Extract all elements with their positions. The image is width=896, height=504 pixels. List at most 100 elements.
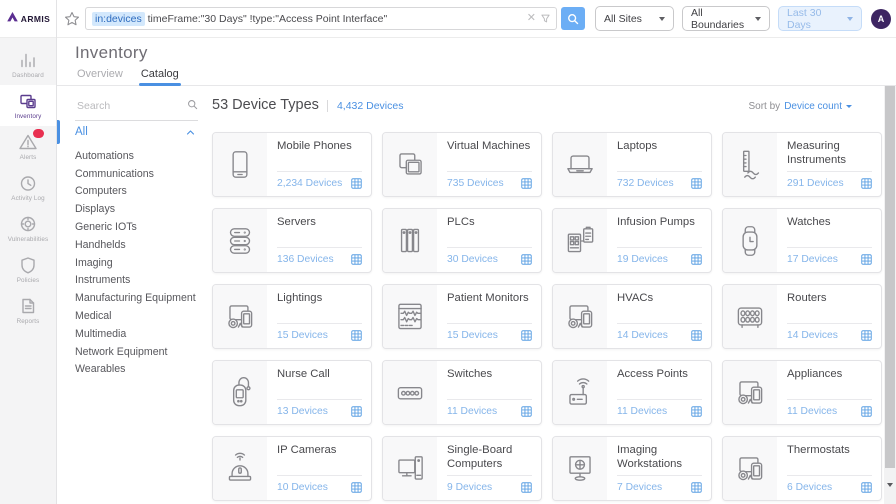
category-item-automations[interactable]: Automations [75,147,207,165]
table-view-icon[interactable] [521,330,532,341]
sidebar-item-dashboard[interactable]: Dashboard [0,44,56,85]
device-count-link[interactable]: 15 Devices [277,330,328,341]
device-type-card-routers[interactable]: Routers14 Devices [722,284,882,349]
table-view-icon[interactable] [861,406,872,417]
device-type-card-measuring-instruments[interactable]: Measuring Instruments291 Devices [722,132,882,197]
device-count-link[interactable]: 735 Devices [447,178,504,189]
device-type-card-appliances[interactable]: Appliances11 Devices [722,360,882,425]
device-type-card-virtual-machines[interactable]: Virtual Machines735 Devices [382,132,542,197]
device-type-card-laptops[interactable]: Laptops732 Devices [552,132,712,197]
category-item-multimedia[interactable]: Multimedia [75,325,207,343]
device-type-card-patient-monitors[interactable]: Patient Monitors15 Devices [382,284,542,349]
table-view-icon[interactable] [861,482,872,493]
category-item-instruments[interactable]: Instruments [75,272,207,290]
device-count-link[interactable]: 17 Devices [787,254,838,265]
table-view-icon[interactable] [521,406,532,417]
device-search-input[interactable]: in:devices timeFrame:"30 Days" !type:"Ac… [85,7,557,30]
boundaries-filter-dropdown[interactable]: All Boundaries [682,6,770,31]
device-type-card-nurse-call[interactable]: Nurse Call13 Devices [212,360,372,425]
device-count-link[interactable]: 291 Devices [787,178,844,189]
device-count-link[interactable]: 19 Devices [617,254,668,265]
category-item-manufacturing-equipment[interactable]: Manufacturing Equipment [75,289,207,307]
table-view-icon[interactable] [351,178,362,189]
category-item-wearables[interactable]: Wearables [75,361,207,379]
table-view-icon[interactable] [861,254,872,265]
category-item-network-equipment[interactable]: Network Equipment [75,343,207,361]
table-view-icon[interactable] [351,330,362,341]
sites-filter-dropdown[interactable]: All Sites [595,6,674,31]
table-view-icon[interactable] [351,482,362,493]
table-view-icon[interactable] [691,254,702,265]
clear-search-icon[interactable]: ✕ [527,13,536,24]
device-count-link[interactable]: 15 Devices [447,330,498,341]
category-item-medical[interactable]: Medical [75,307,207,325]
table-view-icon[interactable] [521,178,532,189]
device-type-card-ip-cameras[interactable]: IP Cameras10 Devices [212,436,372,501]
sidebar-item-activity-log[interactable]: Activity Log [0,167,56,208]
table-view-icon[interactable] [691,482,702,493]
search-button[interactable] [561,7,585,30]
table-view-icon[interactable] [691,178,702,189]
category-item-generic-iots[interactable]: Generic IOTs [75,218,207,236]
table-view-icon[interactable] [351,406,362,417]
table-view-icon[interactable] [521,254,532,265]
filter-funnel-icon[interactable] [541,14,550,23]
category-item-computers[interactable]: Computers [75,183,207,201]
chevron-up-icon[interactable] [186,128,195,137]
device-type-card-switches[interactable]: Switches11 Devices [382,360,542,425]
device-count-link[interactable]: 11 Devices [617,406,667,417]
device-count-link[interactable]: 7 Devices [617,482,662,493]
device-type-card-watches[interactable]: Watches17 Devices [722,208,882,273]
tab-overview[interactable]: Overview [75,62,125,85]
tab-catalog[interactable]: Catalog [139,62,181,85]
category-all-row[interactable]: All [57,120,207,144]
device-count-link[interactable]: 10 Devices [277,482,328,493]
category-item-displays[interactable]: Displays [75,200,207,218]
table-view-icon[interactable] [691,330,702,341]
devices-total-link[interactable]: 4,432 Devices [327,100,404,112]
device-count-link[interactable]: 136 Devices [277,254,334,265]
sidebar-item-inventory[interactable]: Inventory [0,85,56,126]
table-view-icon[interactable] [861,178,872,189]
table-view-icon[interactable] [521,482,532,493]
device-count-link[interactable]: 13 Devices [277,406,328,417]
sort-value-dropdown[interactable]: Device count [784,101,852,112]
scrollbar-thumb[interactable] [885,86,895,468]
device-count-link[interactable]: 14 Devices [617,330,668,341]
device-type-card-thermostats[interactable]: Thermostats6 Devices [722,436,882,501]
device-type-card-lightings[interactable]: Lightings15 Devices [212,284,372,349]
device-type-card-infusion-pumps[interactable]: Infusion Pumps19 Devices [552,208,712,273]
device-type-card-plcs[interactable]: PLCs30 Devices [382,208,542,273]
device-count-link[interactable]: 732 Devices [617,178,674,189]
table-view-icon[interactable] [351,254,362,265]
device-count-link[interactable]: 14 Devices [787,330,838,341]
category-item-handhelds[interactable]: Handhelds [75,236,207,254]
category-item-communications[interactable]: Communications [75,165,207,183]
device-count-link[interactable]: 11 Devices [447,406,497,417]
armis-logo[interactable]: ARMIS [0,0,56,38]
device-count-link[interactable]: 11 Devices [787,406,837,417]
sidebar-item-vulnerabilities[interactable]: Vulnerabilities [0,208,56,249]
device-type-card-imaging-workstations[interactable]: Imaging Workstations7 Devices [552,436,712,501]
device-count-link[interactable]: 9 Devices [447,482,492,493]
timeframe-filter-dropdown[interactable]: Last 30 Days [778,6,862,31]
device-count-link[interactable]: 30 Devices [447,254,498,265]
device-type-card-access-points[interactable]: Access Points11 Devices [552,360,712,425]
category-search-input[interactable] [75,99,187,113]
device-type-card-hvacs[interactable]: HVACs14 Devices [552,284,712,349]
category-item-imaging[interactable]: Imaging [75,254,207,272]
table-view-icon[interactable] [861,330,872,341]
device-count-link[interactable]: 2,234 Devices [277,178,342,189]
device-type-card-single-board-computers[interactable]: Single-Board Computers9 Devices [382,436,542,501]
device-type-card-mobile-phones[interactable]: Mobile Phones2,234 Devices [212,132,372,197]
device-count-link[interactable]: 6 Devices [787,482,832,493]
table-view-icon[interactable] [691,406,702,417]
caret-down-icon [846,105,852,108]
scroll-down-icon[interactable] [887,483,893,487]
sidebar-item-policies[interactable]: Policies [0,249,56,290]
favorite-star-icon[interactable] [63,10,81,28]
user-avatar[interactable]: A [871,9,891,29]
sidebar-item-reports[interactable]: Reports [0,290,56,331]
sidebar-item-alerts[interactable]: Alerts [0,126,56,167]
device-type-card-servers[interactable]: Servers136 Devices [212,208,372,273]
